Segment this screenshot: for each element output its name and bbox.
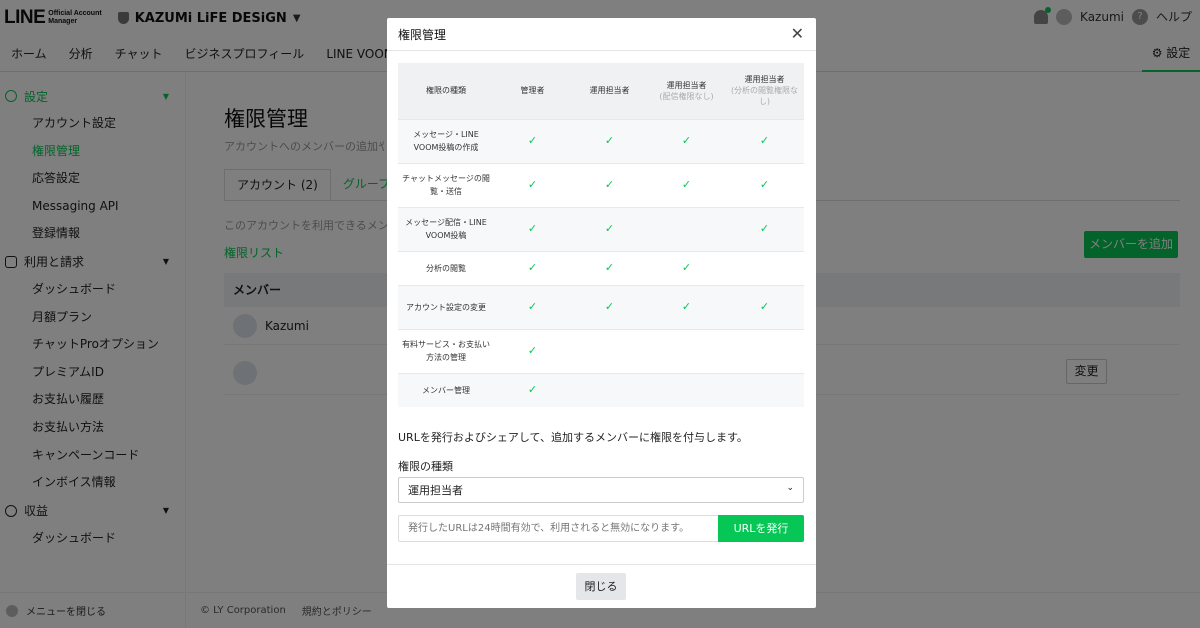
- column-header: 管理者: [494, 63, 571, 119]
- check-icon: ✓: [604, 134, 615, 147]
- close-button[interactable]: 閉じる: [576, 573, 626, 600]
- permission-name: メンバー管理: [398, 372, 494, 407]
- permission-cell: ✓: [725, 162, 804, 207]
- check-icon: ✓: [527, 134, 538, 147]
- table-row: メッセージ配信・LINE VOOM投稿 ✓ ✓ ✓: [398, 206, 804, 251]
- column-header: 運用担当者 (分析の閲覧権限なし): [725, 63, 804, 119]
- check-icon: ✓: [527, 383, 538, 397]
- table-row: メッセージ・LINE VOOM投稿の作成 ✓ ✓ ✓ ✓: [398, 118, 804, 163]
- permission-cell: [648, 372, 725, 407]
- check-icon: ✓: [759, 134, 770, 147]
- permission-cell: [571, 328, 648, 373]
- permission-cell: ✓: [571, 118, 648, 163]
- permission-name: 分析の閲覧: [398, 250, 494, 285]
- check-icon: ✓: [681, 261, 692, 274]
- permission-cell: ✓: [494, 118, 571, 163]
- permission-cell: ✓: [494, 372, 571, 407]
- table-row: 分析の閲覧 ✓ ✓ ✓: [398, 250, 804, 285]
- check-icon: ✓: [759, 222, 770, 235]
- modal-title: 権限管理: [398, 27, 447, 42]
- permissions-modal: 権限管理 ✕ 権限の種類 管理者 運用担当者 運用担当者 (配信権限なし) 運用担…: [387, 18, 816, 608]
- check-icon: ✓: [604, 222, 615, 235]
- check-icon: ✓: [527, 261, 538, 274]
- permission-cell: ✓: [725, 284, 804, 329]
- check-icon: ✓: [527, 344, 538, 357]
- permission-cell: ✓: [648, 250, 725, 285]
- permission-name: メッセージ・LINE VOOM投稿の作成: [398, 118, 494, 163]
- check-icon: ✓: [527, 178, 538, 191]
- column-header: 運用担当者 (配信権限なし): [648, 63, 725, 119]
- check-icon: ✓: [759, 178, 770, 191]
- check-icon: ✓: [604, 300, 615, 313]
- permission-cell: [725, 250, 804, 285]
- permission-name: 有料サービス・お支払い方法の管理: [398, 328, 494, 373]
- permission-cell: [648, 328, 725, 373]
- permission-type-select[interactable]: 運用担当者 ⌄: [398, 477, 804, 503]
- permission-cell: ✓: [571, 162, 648, 207]
- permission-cell: ✓: [648, 162, 725, 207]
- permission-cell: [571, 372, 648, 407]
- permission-cell: [725, 328, 804, 373]
- permission-cell: ✓: [648, 284, 725, 329]
- permission-cell: ✓: [494, 328, 571, 373]
- permission-name: チャットメッセージの閲覧・送信: [398, 162, 494, 207]
- permission-name: アカウント設定の変更: [398, 284, 494, 329]
- close-icon[interactable]: ✕: [791, 25, 804, 43]
- permission-cell: ✓: [648, 118, 725, 163]
- check-icon: ✓: [527, 300, 538, 313]
- check-icon: ✓: [604, 261, 615, 274]
- url-field[interactable]: [398, 515, 718, 542]
- footer-divider: [387, 564, 816, 565]
- table-row: メンバー管理 ✓: [398, 372, 804, 407]
- column-header: 運用担当者: [571, 63, 648, 119]
- permission-cell: ✓: [725, 118, 804, 163]
- column-header: 権限の種類: [398, 63, 494, 119]
- issue-url-button[interactable]: URLを発行: [718, 515, 804, 542]
- permission-cell: ✓: [494, 284, 571, 329]
- check-icon: ✓: [527, 222, 538, 235]
- chevron-down-icon: ⌄: [786, 483, 794, 493]
- select-value: 運用担当者: [408, 484, 463, 497]
- check-icon: ✓: [681, 134, 692, 147]
- permissions-table: 権限の種類 管理者 運用担当者 運用担当者 (配信権限なし) 運用担当者 (分析の閲…: [398, 63, 804, 407]
- permission-cell: ✓: [725, 206, 804, 251]
- permission-cell: ✓: [571, 250, 648, 285]
- check-icon: ✓: [604, 178, 615, 191]
- permission-cell: ✓: [494, 162, 571, 207]
- permission-cell: [648, 206, 725, 251]
- check-icon: ✓: [681, 178, 692, 191]
- permission-cell: ✓: [494, 206, 571, 251]
- permission-cell: ✓: [571, 206, 648, 251]
- permission-name: メッセージ配信・LINE VOOM投稿: [398, 206, 494, 251]
- check-icon: ✓: [759, 300, 770, 313]
- url-description: URLを発行およびシェアして、追加するメンバーに権限を付与します。: [398, 431, 748, 444]
- permission-cell: ✓: [571, 284, 648, 329]
- check-icon: ✓: [681, 300, 692, 313]
- table-row: チャットメッセージの閲覧・送信 ✓ ✓ ✓ ✓: [398, 162, 804, 207]
- table-row: 有料サービス・お支払い方法の管理 ✓: [398, 328, 804, 373]
- permission-cell: [725, 372, 804, 407]
- permission-type-label: 権限の種類: [398, 460, 453, 473]
- table-row: アカウント設定の変更 ✓ ✓ ✓ ✓: [398, 284, 804, 329]
- permission-cell: ✓: [494, 250, 571, 285]
